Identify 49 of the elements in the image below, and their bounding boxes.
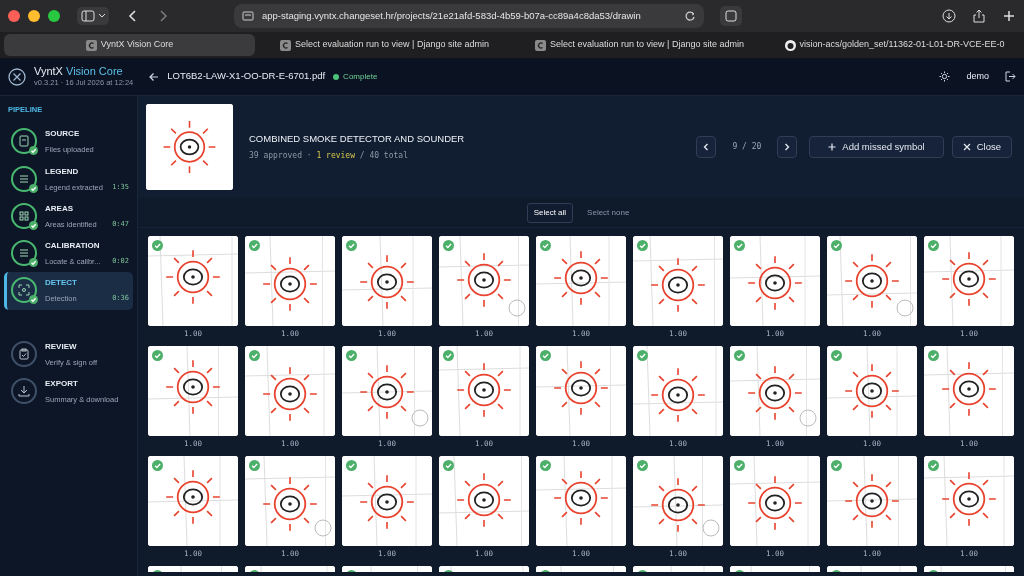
browser-tab[interactable]: Select evaluation run to view | Django site admin bbox=[259, 34, 510, 56]
browser-tab[interactable]: VyntX Vision Core bbox=[4, 34, 255, 56]
previous-button[interactable] bbox=[696, 136, 717, 158]
window-control-icon[interactable] bbox=[28, 10, 40, 22]
new-tab-icon[interactable] bbox=[1002, 9, 1016, 23]
close-icon bbox=[962, 143, 971, 151]
step-title: CALIBRATION bbox=[45, 240, 101, 252]
clipboard-icon bbox=[16, 345, 32, 362]
page-icon bbox=[85, 39, 97, 51]
reload-icon[interactable] bbox=[684, 10, 696, 22]
symbol-counts: 39 approved · 1 review / 40 total bbox=[249, 150, 409, 163]
status-text: Complete bbox=[343, 70, 378, 83]
plus-icon bbox=[828, 143, 837, 151]
download-icon[interactable] bbox=[942, 9, 956, 23]
sun-icon[interactable] bbox=[939, 71, 951, 82]
document-icon bbox=[16, 133, 32, 150]
step-title: SOURCE bbox=[45, 128, 81, 141]
close-button[interactable]: Close bbox=[951, 136, 1012, 158]
step-title: LEGEND bbox=[45, 165, 80, 178]
browser-tab[interactable]: vision-acs/golden_set/11362-01-L01-DR-VCE-EE-0 bbox=[769, 34, 1020, 56]
share-icon[interactable] bbox=[972, 9, 986, 23]
step-title: REVIEW bbox=[45, 340, 78, 353]
status-dot-icon bbox=[333, 73, 340, 80]
step-title: AREAS bbox=[45, 202, 74, 215]
window-control-icon[interactable] bbox=[8, 10, 20, 22]
chevron-left-icon bbox=[702, 143, 711, 151]
window-control-icon[interactable] bbox=[48, 10, 60, 22]
sidebar-toggle-icon[interactable] bbox=[76, 6, 110, 26]
select-none-button[interactable]: Select none bbox=[581, 203, 636, 222]
symbol-title: COMBINED SMOKE DETECTOR AND SOUNDER bbox=[249, 131, 465, 146]
step-title: EXPORT bbox=[45, 377, 79, 390]
next-button[interactable] bbox=[777, 136, 798, 158]
back-arrow-icon[interactable] bbox=[149, 71, 160, 82]
page-icon bbox=[535, 39, 546, 51]
browser-tab[interactable]: Select evaluation run to view | Django site admin bbox=[514, 34, 765, 56]
logo-icon bbox=[8, 67, 26, 86]
file-name: LOT6B2-LAW-X1-OO-DR-E-6701.pdf bbox=[167, 69, 326, 84]
chevron-right-icon bbox=[783, 143, 792, 151]
logout-icon[interactable] bbox=[1005, 71, 1016, 82]
app-title: VyntX Vision Core bbox=[34, 66, 124, 78]
page-menu-icon[interactable] bbox=[242, 10, 254, 22]
share-screen-icon[interactable] bbox=[720, 6, 742, 26]
scan-icon bbox=[16, 282, 32, 299]
step-title: DETECT bbox=[45, 277, 78, 290]
user-name[interactable]: demo bbox=[966, 69, 989, 84]
add-missed-symbol-button[interactable]: Add missed symbol bbox=[809, 136, 944, 158]
page-indicator: 9 / 20 bbox=[732, 141, 762, 153]
page-icon bbox=[280, 39, 291, 51]
select-all-button[interactable]: Select all bbox=[526, 202, 574, 223]
